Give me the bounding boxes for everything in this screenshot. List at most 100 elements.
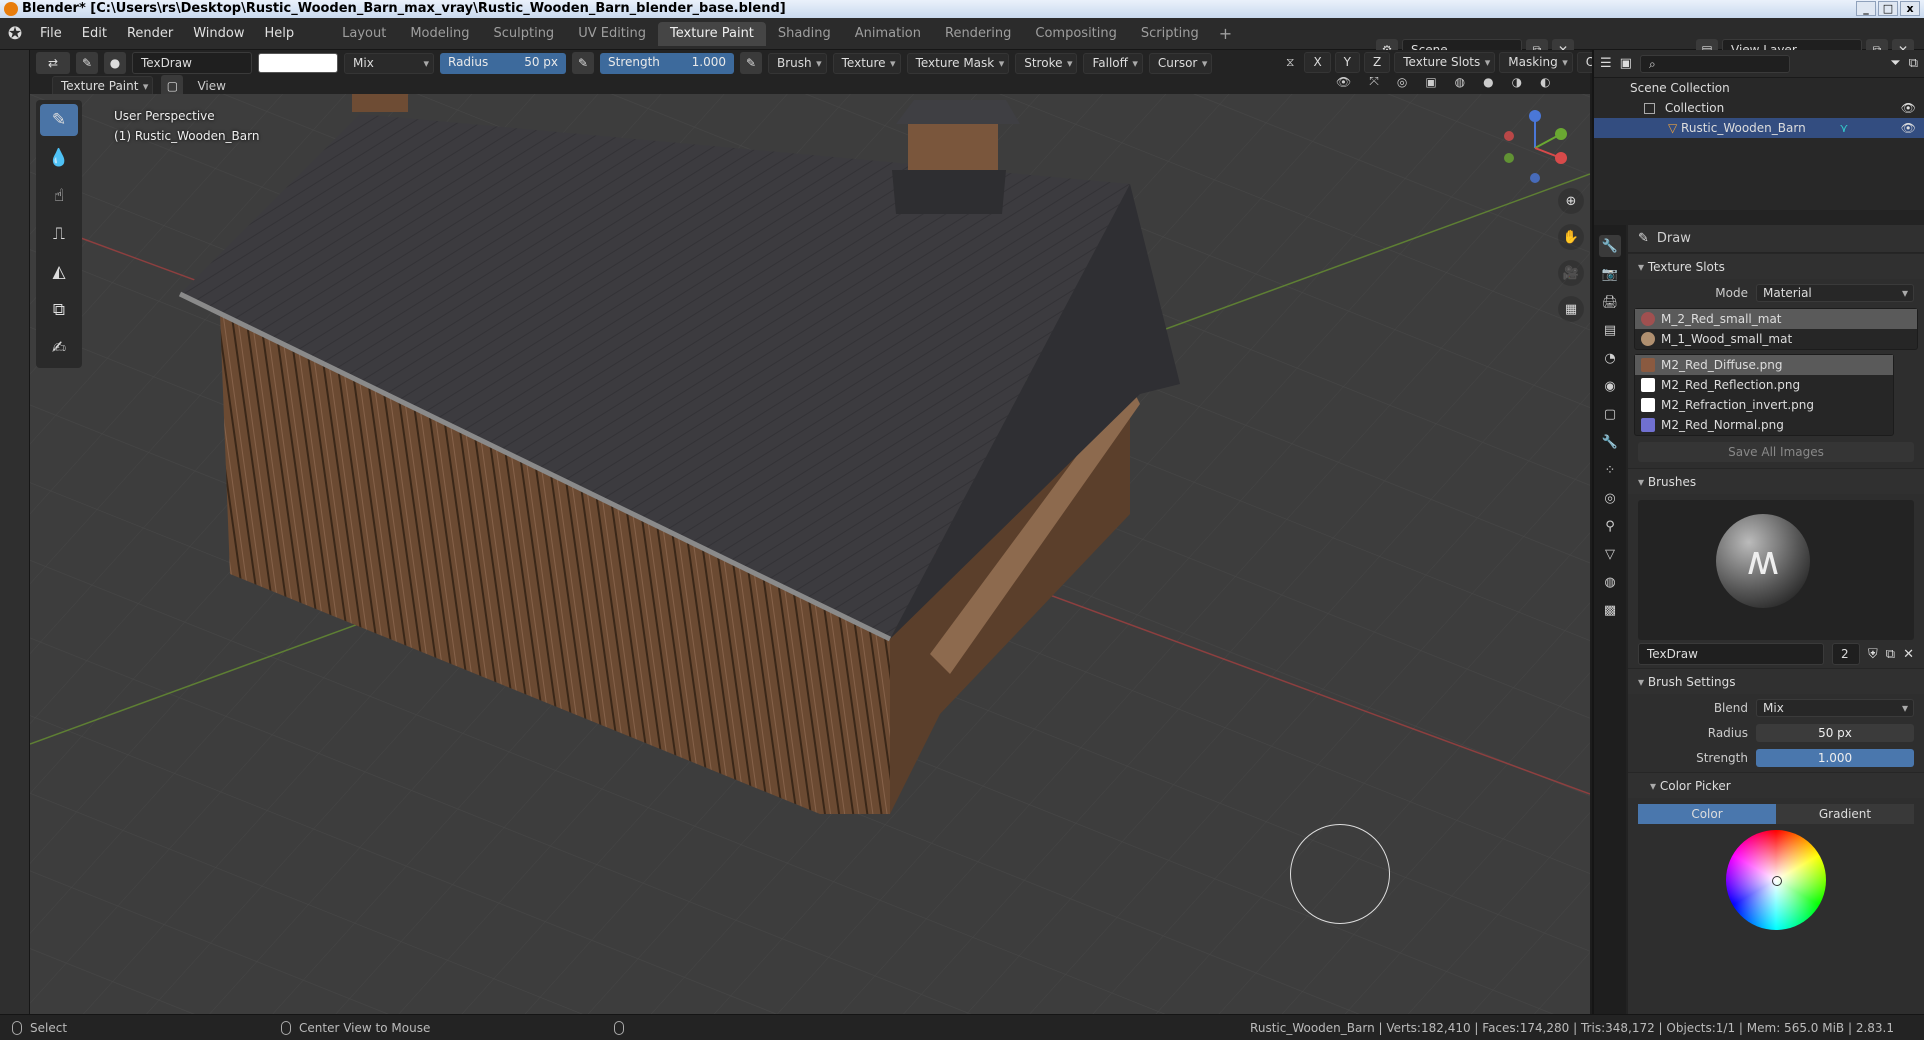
list-item[interactable]: M2_Red_Diffuse.png <box>1635 355 1893 375</box>
unlink-brush-icon[interactable]: ✕ <box>1903 647 1914 662</box>
close-button[interactable]: x <box>1900 1 1920 16</box>
output-tab-icon[interactable]: 🖨 <box>1599 291 1621 313</box>
color-picker-section[interactable]: Color Picker <box>1628 772 1924 798</box>
mode-icon[interactable]: ⇄ <box>36 52 70 74</box>
object-visibility-eye-icon[interactable]: 👁 <box>1901 118 1916 138</box>
constraints-tab-icon[interactable]: ⚲ <box>1599 515 1621 537</box>
blend-dropdown[interactable]: Mix <box>344 52 434 74</box>
display-mode-icon[interactable]: ▣ <box>1620 56 1632 71</box>
camera-icon[interactable]: 🎥 <box>1558 260 1584 286</box>
brush-preview[interactable]: ʍ <box>1638 500 1914 640</box>
outliner-scene-collection[interactable]: Scene Collection <box>1594 78 1924 98</box>
fake-user-icon[interactable]: ⛨ <box>1868 647 1878 662</box>
particles-tab-icon[interactable]: ⁘ <box>1599 459 1621 481</box>
menu-file[interactable]: File <box>30 26 72 41</box>
tab-shading[interactable]: Shading <box>766 22 843 46</box>
menu-texture-mask[interactable]: Texture Mask <box>906 52 1010 74</box>
radius-slider[interactable]: Radius 50 px <box>440 52 566 74</box>
tab-uv-editing[interactable]: UV Editing <box>566 22 658 46</box>
brush-name-field[interactable]: TexDraw <box>132 52 252 74</box>
mode-select[interactable]: Material <box>1756 284 1914 302</box>
gizmo-icon[interactable]: ⤧ <box>1363 74 1385 89</box>
tab-color[interactable]: Color <box>1638 804 1776 824</box>
pan-hand-icon[interactable]: ✋ <box>1558 224 1584 250</box>
brush-icon[interactable]: ✎ <box>76 52 98 74</box>
material-tab-icon[interactable]: ◍ <box>1599 571 1621 593</box>
data-tab-icon[interactable]: ▽ <box>1599 543 1621 565</box>
menu-cursor[interactable]: Cursor <box>1148 52 1213 74</box>
outliner-object-row[interactable]: ▽ Rustic_Wooden_Barn ⋎ 👁 <box>1594 118 1924 138</box>
tab-modeling[interactable]: Modeling <box>398 22 481 46</box>
grid-view-icon[interactable]: ▦ <box>1558 296 1584 322</box>
visibility-icon[interactable]: 👁 <box>1330 75 1357 89</box>
tab-compositing[interactable]: Compositing <box>1023 22 1129 46</box>
wireframe-shading-icon[interactable]: ◍ <box>1449 75 1471 89</box>
tool-tab-icon[interactable]: 🔧 <box>1599 235 1621 257</box>
outliner-editor-icon[interactable]: ☰ <box>1600 56 1612 71</box>
symmetry-icon[interactable]: ⧖ <box>1280 55 1300 70</box>
zoom-icon[interactable]: ⊕ <box>1558 188 1584 214</box>
color-swatch[interactable] <box>258 53 338 73</box>
add-workspace-icon[interactable]: + <box>1211 22 1240 46</box>
maximize-button[interactable]: □ <box>1878 1 1898 16</box>
menu-render[interactable]: Render <box>117 26 183 41</box>
solid-shading-icon[interactable]: ● <box>1477 75 1499 89</box>
collection-checkbox[interactable] <box>1644 103 1655 114</box>
clone-tool-icon[interactable]: ⎍ <box>40 218 78 250</box>
color-wheel[interactable] <box>1726 830 1826 930</box>
strength-field[interactable]: 1.000 <box>1756 749 1914 767</box>
navigation-gizmo[interactable] <box>1495 108 1575 188</box>
duplicate-brush-icon[interactable]: ⧉ <box>1886 647 1895 662</box>
menu-masking[interactable]: Masking <box>1499 52 1573 73</box>
outliner-search-input[interactable]: ⌕ <box>1639 54 1790 73</box>
render-tab-icon[interactable]: 📷 <box>1599 263 1621 285</box>
tab-rendering[interactable]: Rendering <box>933 22 1023 46</box>
annotate-tool-icon[interactable]: ✍ <box>40 332 78 364</box>
texture-tab-icon[interactable]: ▩ <box>1599 599 1621 621</box>
axis-y[interactable]: Y <box>1334 52 1361 73</box>
overlay-icon[interactable]: ◎ <box>1391 75 1413 89</box>
new-collection-icon[interactable]: ⧉ <box>1909 56 1918 71</box>
modifier-tab-icon[interactable]: 🔧 <box>1599 431 1621 453</box>
tab-animation[interactable]: Animation <box>843 22 933 46</box>
list-item[interactable]: M2_Refraction_invert.png <box>1635 395 1893 415</box>
strength-pressure-icon[interactable]: ✎ <box>740 52 762 74</box>
blend-select[interactable]: Mix <box>1756 699 1914 717</box>
tab-gradient[interactable]: Gradient <box>1776 804 1914 824</box>
menu-texture-slots[interactable]: Texture Slots <box>1394 52 1496 73</box>
brush-users-count[interactable]: 2 <box>1832 643 1861 665</box>
tab-sculpting[interactable]: Sculpting <box>481 22 566 46</box>
axis-x[interactable]: X <box>1304 52 1331 73</box>
outliner-collection[interactable]: Collection 👁 <box>1594 98 1924 118</box>
smear-tool-icon[interactable]: ☝ <box>40 180 78 212</box>
view-layer-tab-icon[interactable]: ▤ <box>1599 319 1621 341</box>
save-all-images-button[interactable]: Save All Images <box>1638 442 1914 462</box>
world-tab-icon[interactable]: ◉ <box>1599 375 1621 397</box>
list-item[interactable]: M_1_Wood_small_mat <box>1635 329 1917 349</box>
list-item[interactable]: M2_Red_Reflection.png <box>1635 375 1893 395</box>
list-item[interactable]: M2_Red_Normal.png <box>1635 415 1893 435</box>
menu-help[interactable]: Help <box>255 26 305 41</box>
menu-stroke[interactable]: Stroke <box>1015 52 1078 74</box>
draw-tool-icon[interactable]: ✎ <box>40 104 78 136</box>
xray-icon[interactable]: ▣ <box>1419 75 1442 89</box>
brush-browse-icon[interactable]: ● <box>104 52 126 74</box>
scene-tab-icon[interactable]: ◔ <box>1599 347 1621 369</box>
blender-menu-icon[interactable]: ✪ <box>0 19 30 49</box>
menu-texture[interactable]: Texture <box>832 52 901 74</box>
tab-layout[interactable]: Layout <box>330 22 398 46</box>
menu-window[interactable]: Window <box>183 26 254 41</box>
radius-field[interactable]: 50 px <box>1756 724 1914 742</box>
brush-settings-section[interactable]: Brush Settings <box>1628 668 1924 694</box>
render-shading-icon[interactable]: ◐ <box>1534 75 1556 89</box>
menu-falloff[interactable]: Falloff <box>1083 52 1143 74</box>
material-shading-icon[interactable]: ◑ <box>1506 75 1528 89</box>
tab-scripting[interactable]: Scripting <box>1129 22 1211 46</box>
axis-z[interactable]: Z <box>1364 52 1391 73</box>
fill-tool-icon[interactable]: ◭ <box>40 256 78 288</box>
texture-slots-section[interactable]: Texture Slots <box>1628 253 1924 279</box>
menu-brush[interactable]: Brush <box>768 52 827 74</box>
strength-slider[interactable]: Strength 1.000 <box>600 52 734 74</box>
physics-tab-icon[interactable]: ◎ <box>1599 487 1621 509</box>
brushes-section[interactable]: Brushes <box>1628 468 1924 494</box>
